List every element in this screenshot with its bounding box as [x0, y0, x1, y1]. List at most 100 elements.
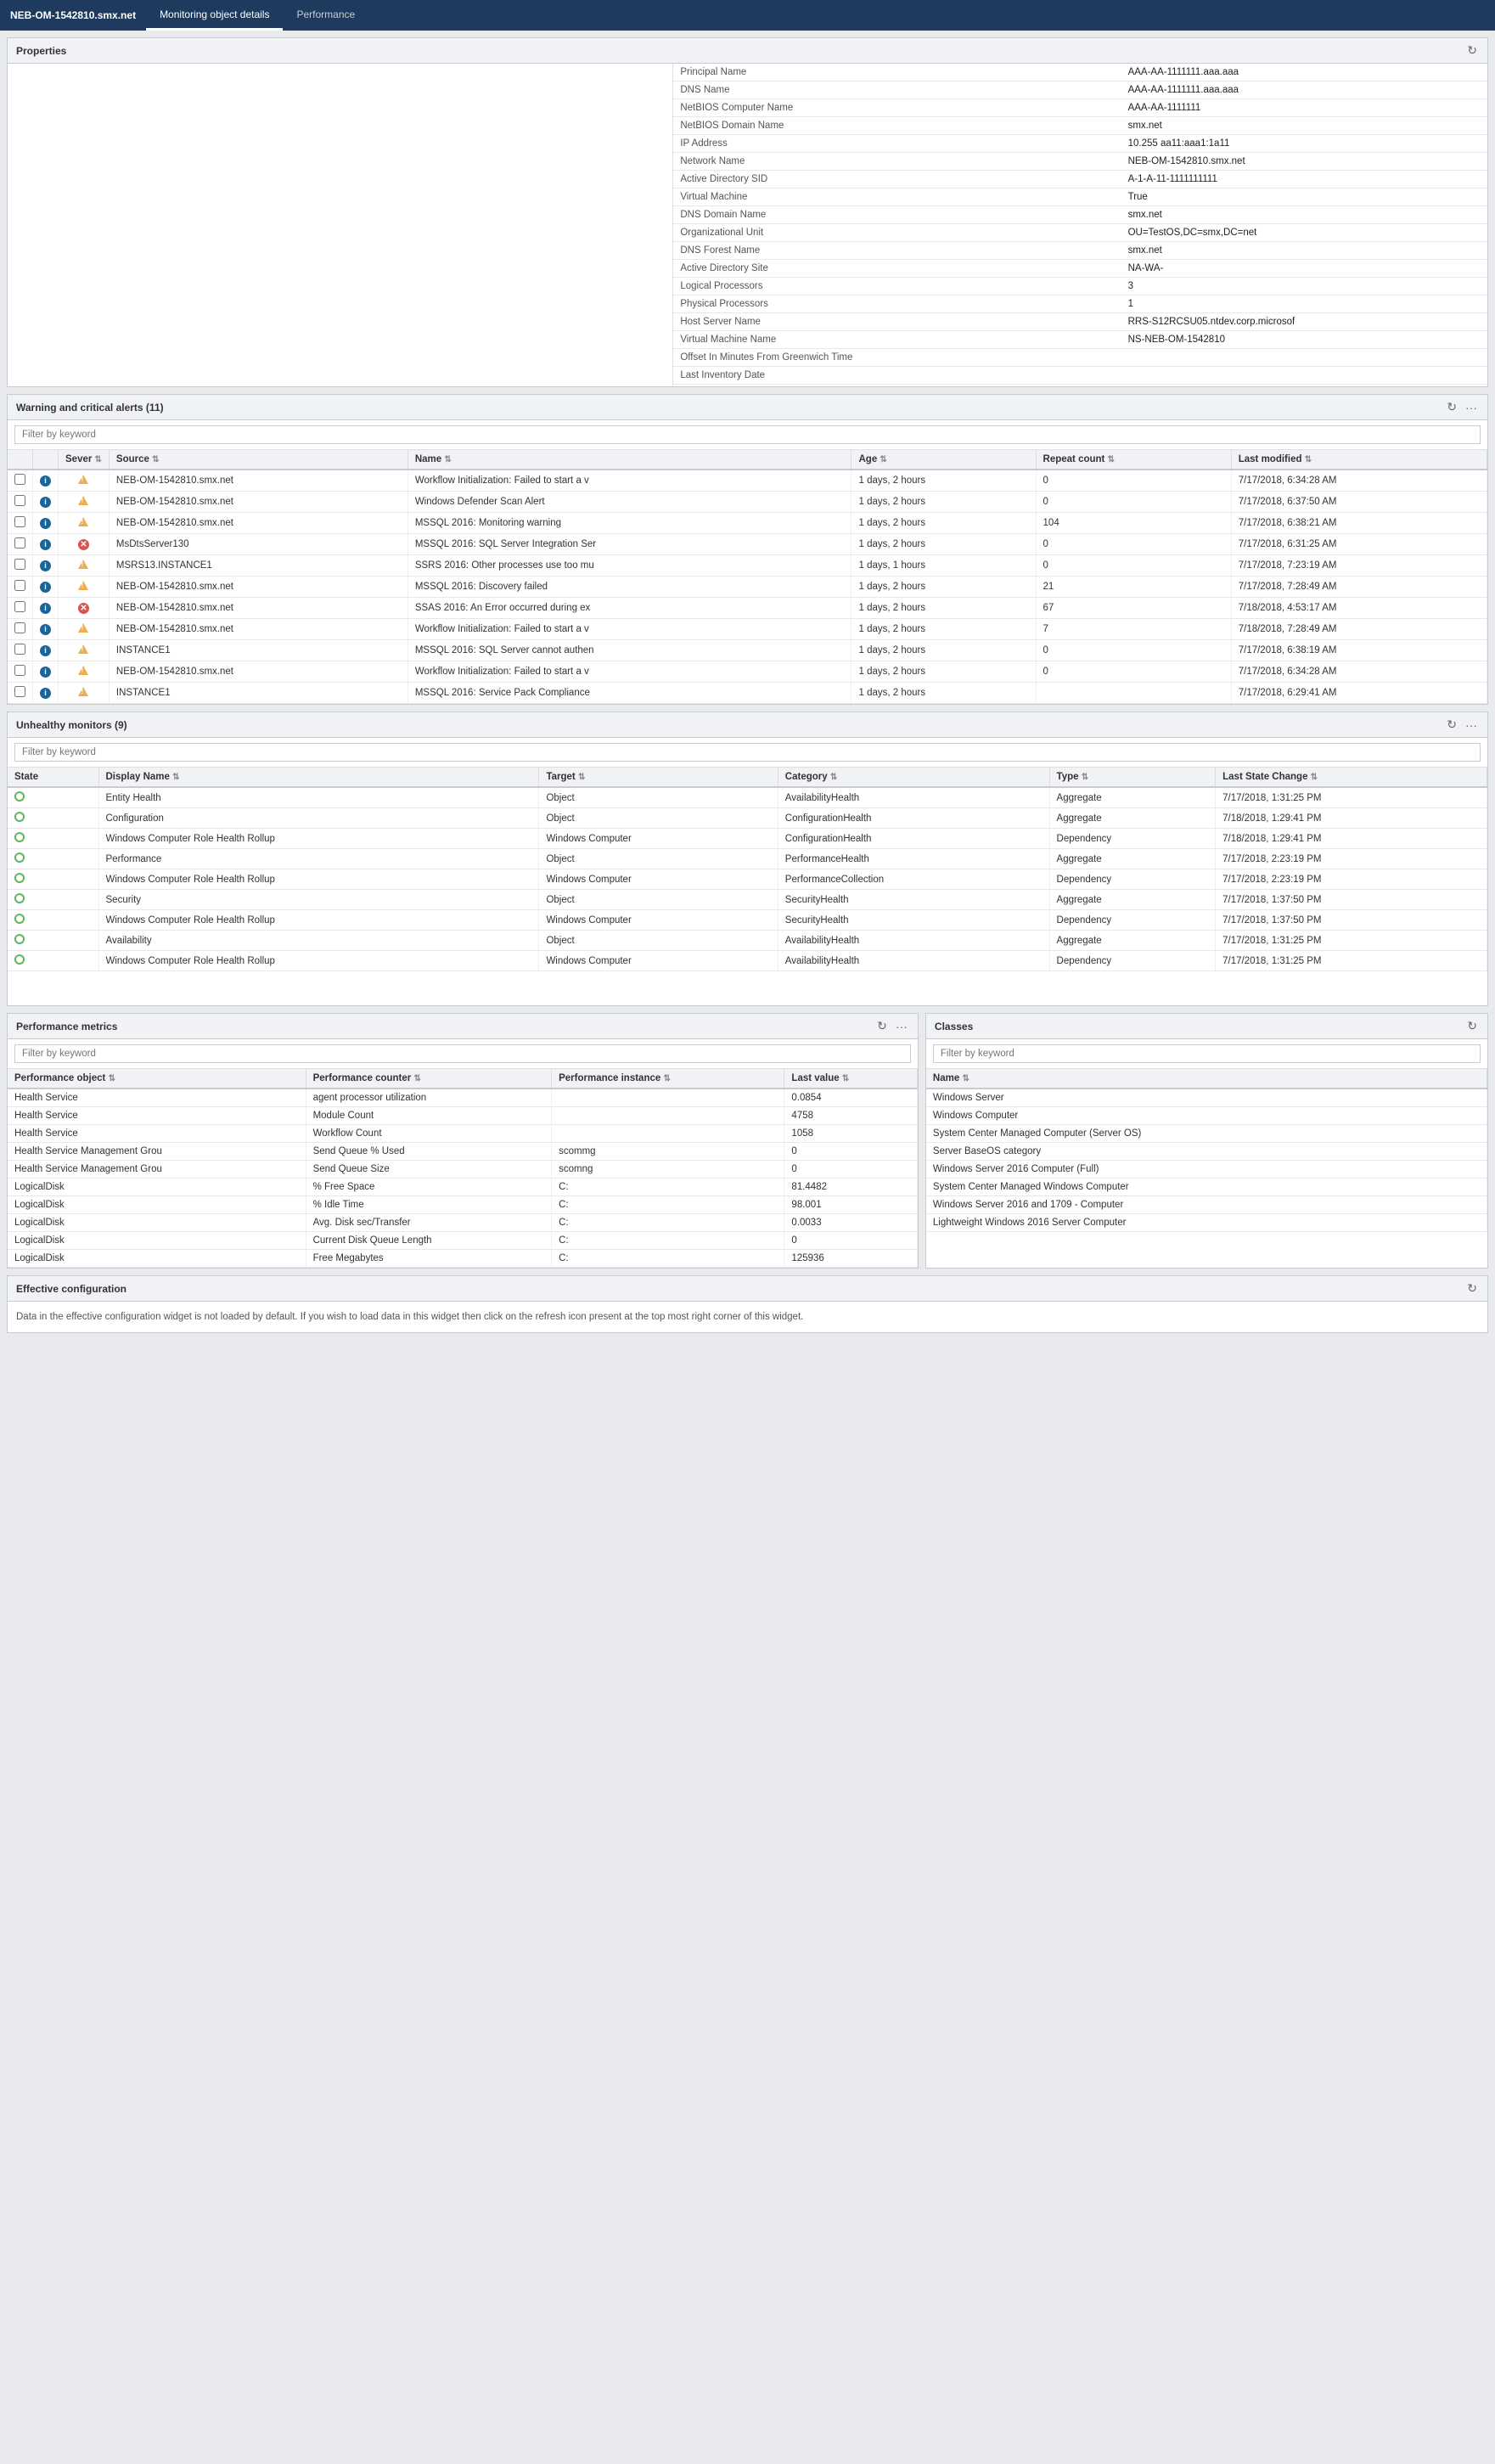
um-row[interactable]: Windows Computer Role Health Rollup Wind…	[8, 910, 1487, 931]
alerts-menu-btn[interactable]: ···	[1464, 401, 1479, 414]
alert-checkbox[interactable]	[14, 495, 25, 506]
alerts-col-name[interactable]: Name ⇅	[407, 450, 851, 470]
class-row[interactable]: Windows Server 2016 Computer (Full)	[926, 1161, 1487, 1179]
alerts-col-modified[interactable]: Last modified ⇅	[1231, 450, 1487, 470]
alert-row[interactable]: i ! NEB-OM-1542810.smx.net Workflow Init…	[8, 470, 1487, 492]
perf-metrics-menu-btn[interactable]: ···	[894, 1020, 909, 1033]
alert-row[interactable]: i ! NEB-OM-1542810.smx.net Windows Defen…	[8, 492, 1487, 513]
alert-checkbox-cell[interactable]	[8, 683, 33, 704]
um-col-display-name[interactable]: Display Name ⇅	[98, 768, 539, 787]
um-row[interactable]: Availability Object AvailabilityHealth A…	[8, 931, 1487, 951]
alerts-col-age[interactable]: Age ⇅	[851, 450, 1036, 470]
alerts-filter-input[interactable]	[14, 425, 1481, 444]
class-row[interactable]: Windows Server	[926, 1089, 1487, 1107]
properties-table-container[interactable]: Principal NameAAA-AA-1111111.aaa.aaaDNS …	[673, 64, 1487, 386]
class-row[interactable]: System Center Managed Windows Computer	[926, 1179, 1487, 1196]
perf-row[interactable]: Health Service Management Grou Send Queu…	[8, 1161, 917, 1179]
class-row[interactable]: Windows Server 2016 and 1709 - Computer	[926, 1196, 1487, 1214]
alert-row[interactable]: i ✕ NEB-OM-1542810.smx.net SSAS 2016: An…	[8, 598, 1487, 619]
alert-checkbox[interactable]	[14, 665, 25, 676]
um-col-category[interactable]: Category ⇅	[778, 768, 1049, 787]
alerts-col-repeat[interactable]: Repeat count ⇅	[1036, 450, 1231, 470]
alert-checkbox[interactable]	[14, 559, 25, 570]
alert-checkbox-cell[interactable]	[8, 640, 33, 661]
um-col-type[interactable]: Type ⇅	[1049, 768, 1216, 787]
alert-row[interactable]: i ! NEB-OM-1542810.smx.net Workflow Init…	[8, 661, 1487, 683]
tab-performance[interactable]: Performance	[283, 0, 368, 31]
um-col-last-change[interactable]: Last State Change ⇅	[1216, 768, 1487, 787]
unhealthy-monitors-table-container[interactable]: State Display Name ⇅ Target ⇅ Category ⇅…	[8, 768, 1487, 971]
alert-checkbox-cell[interactable]	[8, 470, 33, 492]
alert-row[interactable]: i ! INSTANCE1 MSSQL 2016: SQL Server can…	[8, 640, 1487, 661]
alert-checkbox[interactable]	[14, 537, 25, 548]
classes-table-container[interactable]: Name ⇅ Windows ServerWindows ComputerSys…	[926, 1069, 1487, 1232]
alerts-col-source[interactable]: Source ⇅	[109, 450, 407, 470]
alert-row[interactable]: i ! INSTANCE1 MSSQL 2016: Service Pack C…	[8, 683, 1487, 704]
perf-row[interactable]: LogicalDisk % Free Space C: 81.4482	[8, 1179, 917, 1196]
alert-row[interactable]: i ✕ MsDtsServer130 MSSQL 2016: SQL Serve…	[8, 534, 1487, 555]
alerts-table-container[interactable]: Sever ⇅ Source ⇅ Name ⇅ Age ⇅ Repeat cou…	[8, 450, 1487, 704]
alert-row[interactable]: i ! NEB-OM-1542810.smx.net MSSQL 2016: D…	[8, 577, 1487, 598]
perf-metrics-actions: ↻ ···	[875, 1019, 909, 1033]
perf-row[interactable]: LogicalDisk Current Disk Queue Length C:…	[8, 1232, 917, 1250]
um-row[interactable]: Windows Computer Role Health Rollup Wind…	[8, 829, 1487, 849]
um-row[interactable]: Windows Computer Role Health Rollup Wind…	[8, 951, 1487, 971]
perf-col-instance[interactable]: Performance instance ⇅	[552, 1069, 784, 1089]
alert-checkbox-cell[interactable]	[8, 534, 33, 555]
perf-row[interactable]: LogicalDisk % Idle Time C: 98.001	[8, 1196, 917, 1214]
perf-col-object[interactable]: Performance object ⇅	[8, 1069, 306, 1089]
alert-checkbox-cell[interactable]	[8, 513, 33, 534]
perf-col-counter[interactable]: Performance counter ⇅	[306, 1069, 552, 1089]
perf-metrics-refresh-btn[interactable]: ↻	[875, 1019, 889, 1033]
um-row[interactable]: Performance Object PerformanceHealth Agg…	[8, 849, 1487, 869]
perf-col-last-value[interactable]: Last value ⇅	[784, 1069, 917, 1089]
perf-filter-input[interactable]	[14, 1044, 911, 1063]
alert-checkbox-cell[interactable]	[8, 555, 33, 577]
classes-col-name[interactable]: Name ⇅	[926, 1069, 1487, 1089]
alert-checkbox[interactable]	[14, 580, 25, 591]
alert-row[interactable]: i ! MSRS13.INSTANCE1 SSRS 2016: Other pr…	[8, 555, 1487, 577]
alert-checkbox-cell[interactable]	[8, 661, 33, 683]
alert-checkbox[interactable]	[14, 644, 25, 655]
um-row[interactable]: Entity Health Object AvailabilityHealth …	[8, 787, 1487, 808]
unhealthy-monitors-refresh-btn[interactable]: ↻	[1445, 717, 1458, 732]
alert-checkbox-cell[interactable]	[8, 577, 33, 598]
perf-table-container[interactable]: Performance object ⇅ Performance counter…	[8, 1069, 918, 1268]
class-row[interactable]: System Center Managed Computer (Server O…	[926, 1125, 1487, 1143]
perf-row[interactable]: Health Service agent processor utilizati…	[8, 1089, 917, 1107]
um-row[interactable]: Security Object SecurityHealth Aggregate…	[8, 890, 1487, 910]
alert-checkbox[interactable]	[14, 474, 25, 485]
alert-row[interactable]: i ! NEB-OM-1542810.smx.net Workflow Init…	[8, 619, 1487, 640]
um-row[interactable]: Configuration Object ConfigurationHealth…	[8, 808, 1487, 829]
effective-config-refresh-btn[interactable]: ↻	[1465, 1281, 1479, 1296]
um-row[interactable]: Windows Computer Role Health Rollup Wind…	[8, 869, 1487, 890]
alerts-col-server[interactable]: Sever ⇅	[59, 450, 110, 470]
um-col-target[interactable]: Target ⇅	[539, 768, 778, 787]
alert-checkbox[interactable]	[14, 686, 25, 697]
prop-value: 1	[1121, 295, 1487, 313]
alert-checkbox[interactable]	[14, 622, 25, 633]
class-row[interactable]: Server BaseOS category	[926, 1143, 1487, 1161]
alerts-refresh-btn[interactable]: ↻	[1445, 400, 1458, 414]
perf-row[interactable]: Health Service Workflow Count 1058	[8, 1125, 917, 1143]
um-col-state[interactable]: State	[8, 768, 98, 787]
alerts-col-type[interactable]	[33, 450, 59, 470]
alert-row[interactable]: i ! NEB-OM-1542810.smx.net MSSQL 2016: M…	[8, 513, 1487, 534]
alert-checkbox[interactable]	[14, 601, 25, 612]
alert-checkbox-cell[interactable]	[8, 492, 33, 513]
class-row[interactable]: Lightweight Windows 2016 Server Computer	[926, 1214, 1487, 1232]
classes-refresh-btn[interactable]: ↻	[1465, 1019, 1479, 1033]
alert-checkbox-cell[interactable]	[8, 619, 33, 640]
unhealthy-monitors-menu-btn[interactable]: ···	[1464, 718, 1479, 732]
tab-monitoring-object-details[interactable]: Monitoring object details	[146, 0, 283, 31]
unhealthy-monitors-filter-input[interactable]	[14, 743, 1481, 762]
properties-refresh-btn[interactable]: ↻	[1465, 43, 1479, 58]
class-row[interactable]: Windows Computer	[926, 1107, 1487, 1125]
perf-row[interactable]: LogicalDisk Avg. Disk sec/Transfer C: 0.…	[8, 1214, 917, 1232]
alert-checkbox-cell[interactable]	[8, 598, 33, 619]
classes-filter-input[interactable]	[933, 1044, 1481, 1063]
alert-checkbox[interactable]	[14, 516, 25, 527]
perf-row[interactable]: Health Service Management Grou Send Queu…	[8, 1143, 917, 1161]
perf-row[interactable]: LogicalDisk Free Megabytes C: 125936	[8, 1250, 917, 1268]
perf-row[interactable]: Health Service Module Count 4758	[8, 1107, 917, 1125]
